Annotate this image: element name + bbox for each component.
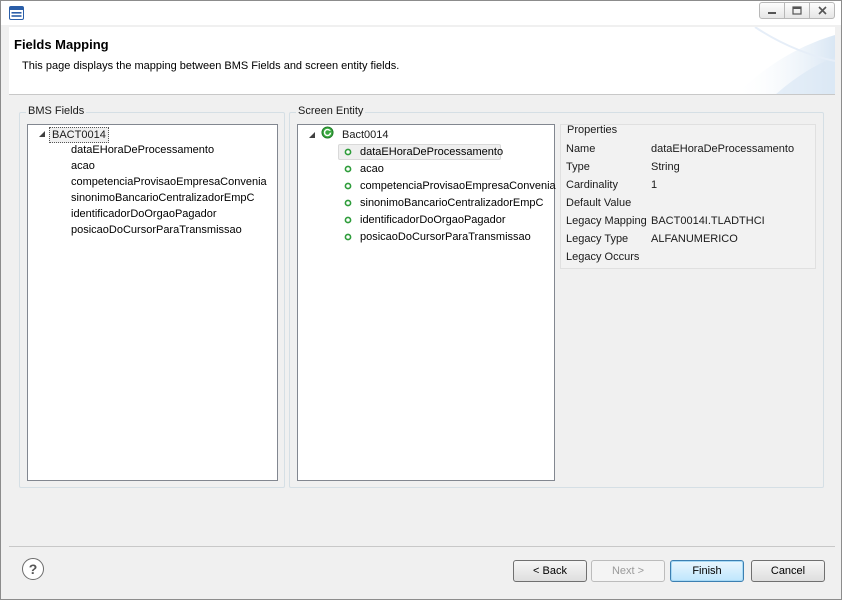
header-decoration (736, 27, 835, 94)
minimize-button[interactable] (759, 2, 785, 19)
bms-fields-label: BMS Fields (26, 105, 87, 117)
help-icon: ? (28, 561, 38, 577)
screen-field-item[interactable]: dataEHoraDeProcessamento (360, 145, 503, 159)
bms-fields-tree[interactable]: BACT0014 dataEHoraDeProcessamento acao c… (27, 124, 278, 481)
properties-label: Properties (567, 124, 618, 136)
cancel-button[interactable]: Cancel (751, 560, 825, 582)
minimize-icon (768, 11, 776, 14)
wizard-window: Fields Mapping This page displays the ma… (0, 0, 842, 600)
field-icon (344, 165, 352, 173)
field-icon (344, 182, 352, 190)
expand-triangle-icon[interactable] (38, 130, 46, 138)
screen-entity-tree[interactable]: Bact0014 dataEHoraDeProcessamento acao c… (297, 124, 556, 481)
bms-field-item[interactable]: identificadorDoOrgaoPagador (71, 207, 217, 221)
title-bar (1, 1, 841, 25)
screen-entity-icon (321, 126, 334, 139)
bms-root-node[interactable]: BACT0014 (49, 127, 109, 143)
close-icon (817, 6, 827, 15)
bms-field-item[interactable]: dataEHoraDeProcessamento (71, 143, 214, 157)
field-icon (344, 233, 352, 241)
bms-fields-group: BMS Fields BACT0014 dataEHoraDeProcessam… (19, 105, 285, 488)
property-value: BACT0014I.TLADTHCI (651, 215, 765, 227)
expand-triangle-icon[interactable] (308, 131, 316, 139)
property-name: Legacy Mapping (566, 215, 647, 227)
field-icon (344, 199, 352, 207)
screen-entity-root-node[interactable]: Bact0014 (340, 128, 390, 142)
property-name: Default Value (566, 197, 632, 209)
back-button[interactable]: < Back (513, 560, 587, 582)
bms-field-item[interactable]: sinonimoBancarioCentralizadorEmpC (71, 191, 254, 205)
screen-field-item[interactable]: posicaoDoCursorParaTransmissao (360, 230, 531, 244)
help-button[interactable]: ? (22, 558, 44, 580)
content-area: BMS Fields BACT0014 dataEHoraDeProcessam… (9, 96, 835, 546)
property-name: Legacy Occurs (566, 251, 640, 263)
property-name: Cardinality (566, 179, 618, 191)
field-icon (344, 148, 352, 156)
page-description: This page displays the mapping between B… (22, 60, 400, 72)
window-controls (759, 2, 835, 19)
close-button[interactable] (809, 2, 835, 19)
app-window-icon (9, 6, 24, 20)
property-value: String (651, 161, 680, 173)
maximize-icon (792, 6, 802, 15)
property-name: Legacy Type (566, 233, 629, 245)
button-bar: ? < Back Next > Finish Cancel (9, 547, 835, 595)
bms-field-item[interactable]: posicaoDoCursorParaTransmissao (71, 223, 242, 237)
properties-panel: Properties Name dataEHoraDeProcessamento… (560, 124, 816, 269)
next-button[interactable]: Next > (591, 560, 665, 582)
property-value: 1 (651, 179, 658, 191)
finish-button[interactable]: Finish (670, 560, 744, 582)
property-name: Name (566, 143, 596, 155)
property-value: dataEHoraDeProcessamento (651, 143, 795, 155)
screen-field-item[interactable]: acao (360, 162, 384, 176)
page-title: Fields Mapping (14, 37, 109, 52)
bms-field-item[interactable]: competenciaProvisaoEmpresaConvenia (71, 175, 267, 189)
maximize-button[interactable] (784, 2, 810, 19)
screen-field-item[interactable]: identificadorDoOrgaoPagador (360, 213, 506, 227)
property-name: Type (566, 161, 590, 173)
screen-field-item[interactable]: competenciaProvisaoEmpresaConvenia (360, 179, 556, 193)
property-value: ALFANUMERICO (651, 233, 738, 245)
screen-field-item[interactable]: sinonimoBancarioCentralizadorEmpC (360, 196, 543, 210)
field-icon (344, 216, 352, 224)
bms-field-item[interactable]: acao (71, 159, 95, 173)
screen-entity-label: Screen Entity (296, 105, 366, 117)
page-header: Fields Mapping This page displays the ma… (9, 27, 835, 95)
